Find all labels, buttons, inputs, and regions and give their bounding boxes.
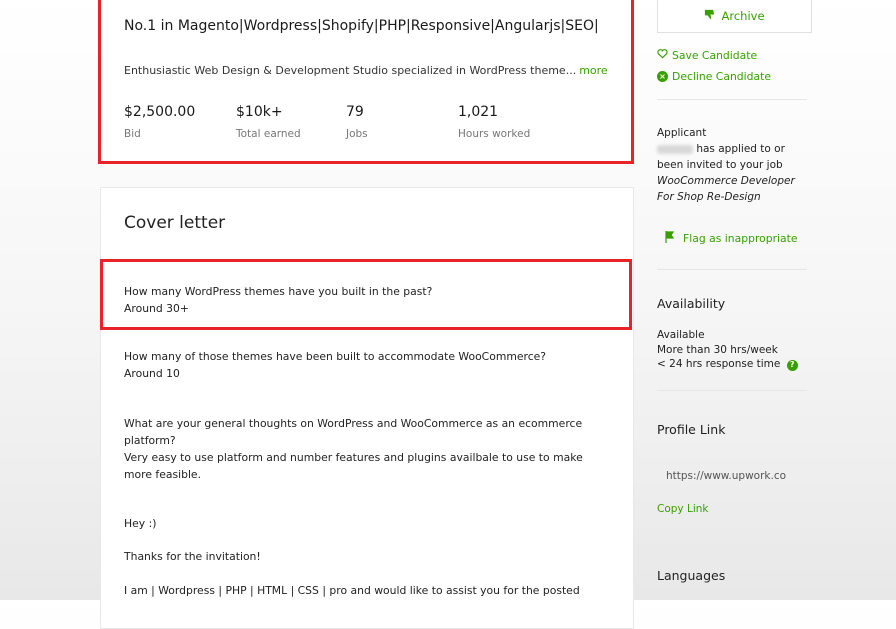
availability-info: Available More than 30 hrs/week < 24 hrs… bbox=[657, 328, 812, 372]
flag-icon bbox=[665, 231, 675, 246]
heart-icon bbox=[657, 48, 668, 62]
stat-hours-worked: 1,021 Hours worked bbox=[458, 104, 530, 140]
divider bbox=[657, 269, 807, 270]
description-text: Enthusiastic Web Design & Development St… bbox=[124, 64, 577, 77]
cover-letter-title: Cover letter bbox=[124, 213, 226, 233]
answer-text: Around 10 bbox=[124, 367, 180, 380]
stat-value: 79 bbox=[346, 104, 364, 120]
profile-headline: No.1 in Magento|Wordpress|Shopify|PHP|Re… bbox=[124, 18, 599, 34]
applicant-heading: Applicant bbox=[657, 127, 707, 139]
question-text: What are your general thoughts on WordPr… bbox=[124, 417, 583, 447]
stat-label: Bid bbox=[124, 128, 141, 140]
answer-text: Around 30+ bbox=[124, 302, 189, 315]
stat-value: $10k+ bbox=[236, 104, 283, 120]
help-icon[interactable]: ? bbox=[786, 359, 798, 371]
profile-description: Enthusiastic Web Design & Development St… bbox=[124, 64, 608, 77]
availability-response-row: < 24 hrs response time ? bbox=[657, 357, 812, 372]
archive-label: Archive bbox=[721, 9, 765, 23]
stat-label: Total earned bbox=[236, 128, 301, 140]
thanks-text: Thanks for the invitation! bbox=[124, 550, 261, 563]
stat-total-earned: $10k+ Total earned bbox=[236, 104, 301, 140]
stat-value: 1,021 bbox=[458, 104, 499, 120]
flag-button[interactable]: Flag as inappropriate bbox=[665, 231, 798, 246]
profile-link-field[interactable]: https://www.upwork.co bbox=[666, 470, 806, 490]
close-circle-icon: × bbox=[657, 71, 668, 82]
availability-hours: More than 30 hrs/week bbox=[657, 343, 778, 356]
languages-heading: Languages bbox=[657, 568, 726, 583]
flag-label: Flag as inappropriate bbox=[683, 232, 798, 245]
save-candidate-button[interactable]: Save Candidate bbox=[657, 48, 757, 62]
archive-button[interactable]: Archive bbox=[657, 0, 812, 33]
decline-candidate-button[interactable]: × Decline Candidate bbox=[657, 70, 771, 83]
question-text: How many WordPress themes have you built… bbox=[124, 285, 433, 298]
qa-item: What are your general thoughts on WordPr… bbox=[124, 415, 594, 483]
copy-link-button[interactable]: Copy Link bbox=[657, 503, 708, 515]
decline-candidate-label: Decline Candidate bbox=[672, 70, 772, 83]
stat-bid: $2,500.00 Bid bbox=[124, 104, 195, 140]
more-link[interactable]: more bbox=[579, 64, 608, 77]
profile-link-heading: Profile Link bbox=[657, 422, 726, 437]
thumbs-down-icon bbox=[704, 9, 715, 23]
qa-item: How many WordPress themes have you built… bbox=[124, 283, 594, 317]
stat-value: $2,500.00 bbox=[124, 104, 196, 120]
stat-label: Hours worked bbox=[458, 128, 531, 140]
availability-heading: Availability bbox=[657, 296, 726, 311]
availability-status: Available bbox=[657, 329, 705, 341]
availability-response: < 24 hrs response time bbox=[657, 358, 781, 370]
divider bbox=[657, 390, 807, 391]
stat-jobs: 79 Jobs bbox=[346, 104, 368, 140]
save-candidate-label: Save Candidate bbox=[672, 48, 758, 62]
answer-text: Very easy to use platform and number fea… bbox=[124, 451, 583, 481]
redacted-name bbox=[657, 144, 693, 154]
greeting-text: Hey :) bbox=[124, 517, 157, 530]
question-text: How many of those themes have been built… bbox=[124, 350, 547, 363]
job-title: WooCommerce Developer For Shop Re-Design bbox=[657, 175, 795, 203]
qa-item: How many of those themes have been built… bbox=[124, 348, 594, 382]
body-text: I am | Wordpress | PHP | HTML | CSS | pr… bbox=[124, 584, 580, 597]
applicant-info: has applied to or been invited to your j… bbox=[657, 141, 812, 205]
divider bbox=[657, 99, 807, 100]
stat-label: Jobs bbox=[346, 128, 368, 140]
